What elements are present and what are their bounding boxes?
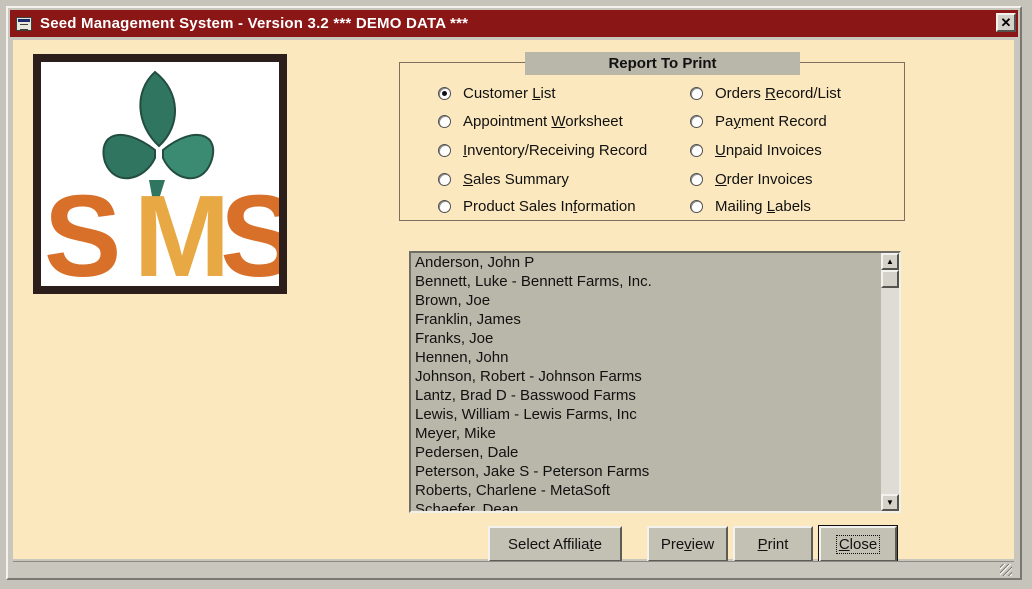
radio-icon[interactable] bbox=[690, 173, 703, 186]
list-item[interactable]: Roberts, Charlene - MetaSoft bbox=[415, 481, 877, 500]
list-scrollbar[interactable]: ▲ ▼ bbox=[881, 253, 899, 511]
customer-list-items: Anderson, John P Bennett, Luke - Bennett… bbox=[415, 253, 877, 511]
close-button[interactable]: Close bbox=[818, 525, 898, 563]
radio-sales-summary[interactable]: Sales Summary bbox=[438, 171, 569, 188]
list-item[interactable]: Franks, Joe bbox=[415, 329, 877, 348]
radio-order-invoices[interactable]: Order Invoices bbox=[690, 171, 813, 188]
radio-customer-list[interactable]: Customer List bbox=[438, 85, 556, 102]
radio-icon[interactable] bbox=[438, 87, 451, 100]
list-item[interactable]: Lewis, William - Lewis Farms, Inc bbox=[415, 405, 877, 424]
window-close-button[interactable]: ✕ bbox=[996, 13, 1016, 32]
radio-icon[interactable] bbox=[690, 87, 703, 100]
radio-icon[interactable] bbox=[438, 200, 451, 213]
radio-icon[interactable] bbox=[690, 200, 703, 213]
radio-icon[interactable] bbox=[438, 144, 451, 157]
radio-label: Order Invoices bbox=[715, 171, 813, 188]
button-label: Print bbox=[757, 535, 789, 553]
button-label: Close bbox=[835, 534, 881, 554]
logo-letter-m: M bbox=[134, 171, 223, 286]
preview-button[interactable]: Preview bbox=[647, 526, 728, 562]
radio-icon[interactable] bbox=[438, 173, 451, 186]
scroll-thumb[interactable] bbox=[881, 270, 899, 288]
logo-text: S MS bbox=[44, 171, 279, 286]
list-item[interactable]: Pedersen, Dale bbox=[415, 443, 877, 462]
radio-label: Orders Record/List bbox=[715, 85, 841, 102]
report-to-print-group: Report To Print Customer List Appointmen… bbox=[399, 52, 905, 221]
radio-label: Payment Record bbox=[715, 113, 827, 130]
status-bar bbox=[13, 561, 1014, 577]
print-button[interactable]: Print bbox=[733, 526, 813, 562]
resize-grip-icon[interactable] bbox=[1000, 564, 1012, 576]
radio-mailing-labels[interactable]: Mailing Labels bbox=[690, 198, 811, 215]
list-item[interactable]: Peterson, Jake S - Peterson Farms bbox=[415, 462, 877, 481]
app-window: Seed Management System - Version 3.2 ***… bbox=[6, 6, 1022, 580]
radio-label: Product Sales Information bbox=[463, 198, 636, 215]
list-item[interactable]: Hennen, John bbox=[415, 348, 877, 367]
customer-listbox[interactable]: Anderson, John P Bennett, Luke - Bennett… bbox=[409, 251, 901, 513]
radio-inventory-receiving-record[interactable]: Inventory/Receiving Record bbox=[438, 142, 647, 159]
radio-icon[interactable] bbox=[690, 144, 703, 157]
logo-letter-s: S bbox=[220, 171, 279, 286]
window-title: Seed Management System - Version 3.2 ***… bbox=[40, 15, 469, 32]
scroll-up-arrow-icon[interactable]: ▲ bbox=[881, 253, 899, 270]
button-label: Select Affiliate bbox=[508, 535, 602, 553]
radio-orders-record-list[interactable]: Orders Record/List bbox=[690, 85, 841, 102]
list-item[interactable]: Anderson, John P bbox=[415, 253, 877, 272]
sms-logo: S MS bbox=[33, 54, 303, 301]
form-body: S MS Report To Print Customer List Appoi… bbox=[13, 40, 1014, 563]
radio-label: Customer List bbox=[463, 85, 556, 102]
report-group-caption: Report To Print bbox=[525, 52, 800, 75]
radio-label: Unpaid Invoices bbox=[715, 142, 822, 159]
radio-label: Sales Summary bbox=[463, 171, 569, 188]
list-item[interactable]: Lantz, Brad D - Basswood Farms bbox=[415, 386, 877, 405]
radio-product-sales-information[interactable]: Product Sales Information bbox=[438, 198, 636, 215]
list-item[interactable]: Franklin, James bbox=[415, 310, 877, 329]
list-item[interactable]: Schaefer, Dean bbox=[415, 500, 877, 511]
list-item[interactable]: Johnson, Robert - Johnson Farms bbox=[415, 367, 877, 386]
radio-icon[interactable] bbox=[690, 115, 703, 128]
select-affiliate-button[interactable]: Select Affiliate bbox=[488, 526, 622, 562]
list-item[interactable]: Meyer, Mike bbox=[415, 424, 877, 443]
list-item[interactable]: Brown, Joe bbox=[415, 291, 877, 310]
logo-graphic: S MS bbox=[44, 70, 303, 301]
title-bar[interactable]: Seed Management System - Version 3.2 ***… bbox=[10, 10, 1018, 37]
radio-label: Mailing Labels bbox=[715, 198, 811, 215]
radio-unpaid-invoices[interactable]: Unpaid Invoices bbox=[690, 142, 822, 159]
radio-appointment-worksheet[interactable]: Appointment Worksheet bbox=[438, 113, 623, 130]
scroll-down-arrow-icon[interactable]: ▼ bbox=[881, 494, 899, 511]
list-item[interactable]: Bennett, Luke - Bennett Farms, Inc. bbox=[415, 272, 877, 291]
radio-icon[interactable] bbox=[438, 115, 451, 128]
radio-label: Inventory/Receiving Record bbox=[463, 142, 648, 159]
button-label: Preview bbox=[660, 535, 715, 553]
radio-payment-record[interactable]: Payment Record bbox=[690, 113, 827, 130]
radio-label: Appointment Worksheet bbox=[463, 113, 623, 130]
logo-panel: S MS bbox=[41, 62, 303, 301]
app-form-icon[interactable] bbox=[16, 16, 32, 31]
